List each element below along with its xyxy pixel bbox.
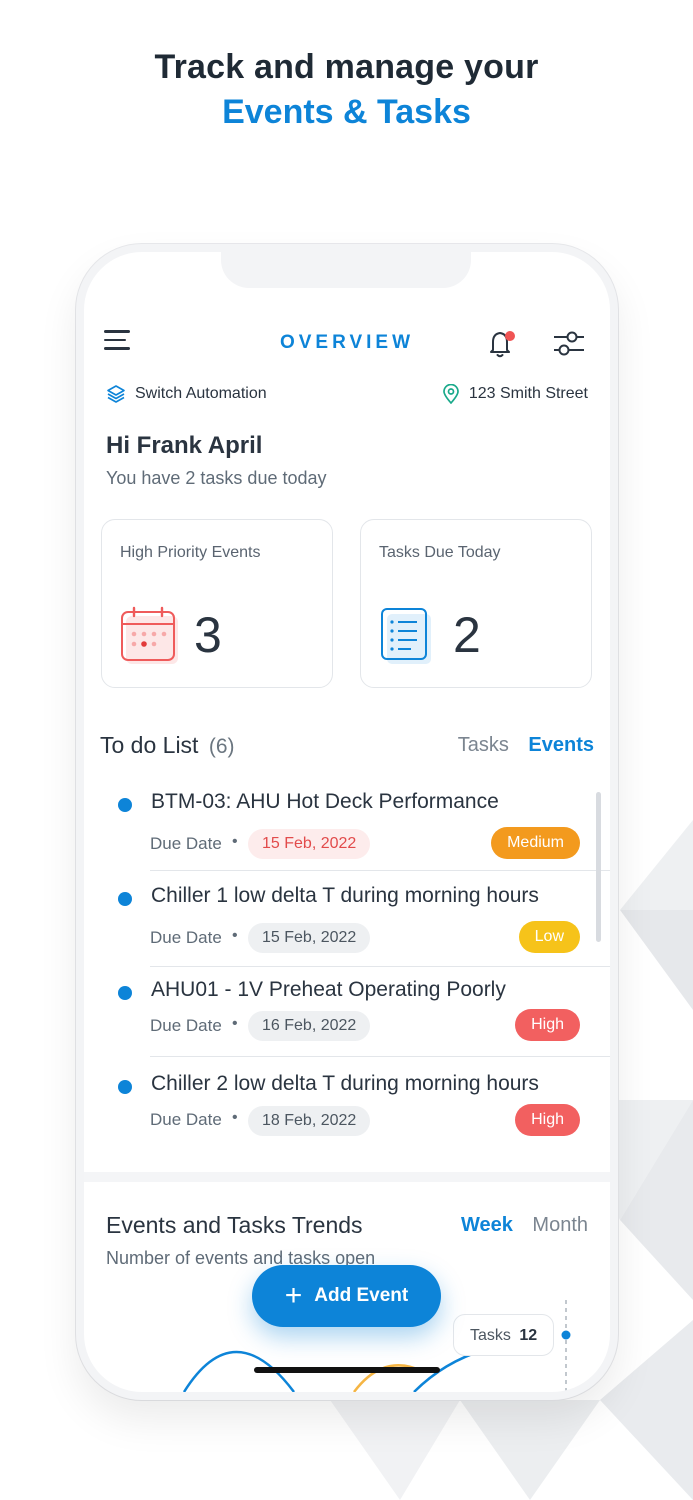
todo-title: To do List (6) xyxy=(100,732,235,759)
location-selector[interactable]: 123 Smith Street xyxy=(442,384,588,404)
separator-dot: • xyxy=(232,833,238,850)
item-title: BTM-03: AHU Hot Deck Performance xyxy=(151,790,499,813)
tooltip-label: Tasks xyxy=(470,1327,511,1344)
due-label: Due Date xyxy=(150,1016,222,1035)
chart-tooltip: Tasks 12 xyxy=(453,1314,555,1356)
due-date-chip: 15 Feb, 2022 xyxy=(248,923,371,953)
bullet-dot-icon xyxy=(118,1080,132,1094)
due-label: Due Date xyxy=(150,834,222,853)
headline-line-1: Track and manage your xyxy=(154,48,539,86)
headline-line-2: Events & Tasks xyxy=(222,93,471,131)
todo-count: (6) xyxy=(208,735,235,758)
divider xyxy=(150,1056,610,1057)
org-row: Switch Automation 123 Smith Street xyxy=(106,384,588,408)
bell-icon[interactable] xyxy=(484,326,518,360)
todo-header: To do List (6) Tasks Events xyxy=(100,732,594,762)
item-title: Chiller 2 low delta T during morning hou… xyxy=(151,1072,539,1095)
trends-tabs: Week Month xyxy=(447,1214,588,1237)
separator-dot: • xyxy=(232,1015,238,1032)
bullet-dot-icon xyxy=(118,986,132,1000)
greeting-subtitle: You have 2 tasks due today xyxy=(106,468,327,488)
tab-events[interactable]: Events xyxy=(528,734,594,756)
due-label: Due Date xyxy=(150,1110,222,1129)
sliders-icon[interactable] xyxy=(552,328,586,360)
due-date-chip: 18 Feb, 2022 xyxy=(248,1106,371,1136)
tooltip-value: 12 xyxy=(519,1327,538,1344)
top-bar: OVERVIEW xyxy=(84,322,610,366)
bullet-dot-icon xyxy=(118,798,132,812)
app-screen: OVERVIEW Switch Automation 123 Smith Str… xyxy=(84,252,610,1392)
page-title: OVERVIEW xyxy=(279,332,415,353)
add-event-label: Add Event xyxy=(314,1285,409,1306)
card-title: Tasks Due Today xyxy=(379,544,501,561)
location-pin-icon xyxy=(442,384,459,404)
list-item[interactable]: Chiller 2 low delta T during morning hou… xyxy=(84,1060,610,1152)
divider xyxy=(150,870,610,871)
tab-tasks[interactable]: Tasks xyxy=(458,734,509,756)
trends-header: Events and Tasks Trends Week Month xyxy=(106,1210,588,1244)
item-title: Chiller 1 low delta T during morning hou… xyxy=(151,884,539,907)
headline: Track and manage your Events & Tasks xyxy=(0,48,693,132)
greeting: Hi Frank April xyxy=(106,432,263,459)
phone-notch xyxy=(221,252,471,288)
separator-dot: • xyxy=(232,927,238,944)
priority-badge: Medium xyxy=(491,827,580,859)
due-date-chip: 16 Feb, 2022 xyxy=(248,1011,371,1041)
chart-cursor-point xyxy=(561,1330,571,1340)
company-name: Switch Automation xyxy=(135,385,267,402)
trends-title: Events and Tasks Trends xyxy=(106,1212,363,1238)
todo-title-text: To do List xyxy=(100,732,199,758)
item-title: AHU01 - 1V Preheat Operating Poorly xyxy=(151,978,506,1001)
add-event-button[interactable]: + Add Event xyxy=(252,1265,441,1327)
list-document-icon xyxy=(379,606,439,666)
tab-week[interactable]: Week xyxy=(461,1214,513,1236)
list-item[interactable]: BTM-03: AHU Hot Deck Performance Due Dat… xyxy=(84,778,610,870)
plus-icon: + xyxy=(284,1279,303,1312)
priority-badge: High xyxy=(515,1104,580,1136)
calendar-icon xyxy=(120,606,180,666)
priority-badge: Low xyxy=(518,921,580,953)
tasks-due-today-card[interactable]: Tasks Due Today 2 xyxy=(360,519,592,688)
bullet-dot-icon xyxy=(118,892,132,906)
layers-icon xyxy=(107,385,125,403)
due-date-chip: 15 Feb, 2022 xyxy=(248,829,371,859)
card-title: High Priority Events xyxy=(120,544,261,561)
list-item[interactable]: Chiller 1 low delta T during morning hou… xyxy=(84,872,610,964)
separator-dot: • xyxy=(232,1109,238,1126)
list-scrollbar[interactable] xyxy=(596,792,601,942)
high-priority-count: 3 xyxy=(194,607,222,663)
due-label: Due Date xyxy=(150,928,222,947)
home-indicator[interactable] xyxy=(254,1367,440,1373)
priority-badge: High xyxy=(515,1009,580,1041)
tab-month[interactable]: Month xyxy=(532,1214,588,1236)
company-switcher[interactable]: Switch Automation xyxy=(106,384,267,404)
high-priority-events-card[interactable]: High Priority Events 3 xyxy=(101,519,333,688)
section-separator xyxy=(84,1172,610,1182)
location-address: 123 Smith Street xyxy=(468,385,588,402)
tasks-due-count: 2 xyxy=(453,607,481,663)
todo-tabs: Tasks Events xyxy=(444,734,594,757)
list-item[interactable]: AHU01 - 1V Preheat Operating Poorly Due … xyxy=(84,966,610,1058)
